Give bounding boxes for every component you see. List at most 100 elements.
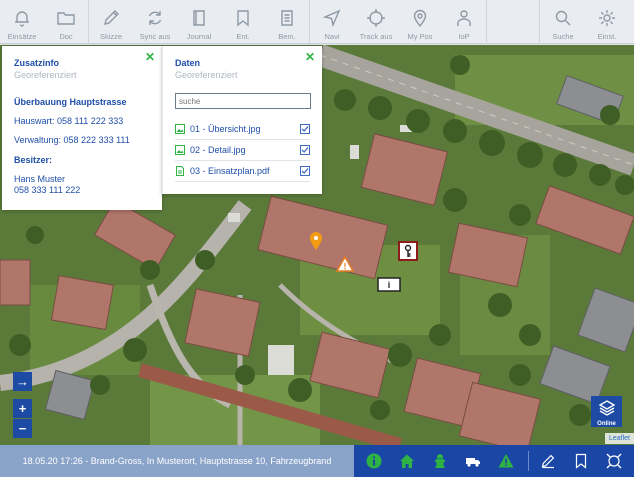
svg-text:i: i bbox=[388, 280, 391, 290]
vehicle-button[interactable] bbox=[460, 445, 486, 477]
file-row[interactable]: 01 - Übersicht.jpg bbox=[175, 119, 310, 140]
bookmark-button[interactable] bbox=[568, 445, 594, 477]
object-name: Überbauung Hauptstrasse bbox=[14, 97, 127, 107]
bookmark-icon bbox=[237, 10, 249, 27]
toolbar-label: Navi bbox=[324, 32, 340, 41]
toolbar-label: Doc bbox=[59, 32, 73, 41]
toolbar-button-sync[interactable]: Sync aus bbox=[133, 0, 177, 44]
hydrant-icon bbox=[435, 454, 445, 468]
draw-button[interactable] bbox=[535, 445, 561, 477]
pdf-file-icon bbox=[176, 166, 184, 176]
pencil-icon bbox=[541, 454, 555, 469]
top-toolbar: Einsätze Doc Skizze Sync aus Journal Ent… bbox=[0, 0, 634, 44]
file-name: 02 - Detail.jpg bbox=[190, 145, 246, 155]
image-file-icon bbox=[175, 145, 185, 155]
key-box-marker-icon bbox=[398, 241, 418, 261]
layers-online-button[interactable]: Online bbox=[591, 396, 622, 427]
verwaltung-phone[interactable]: Verwaltung: 058 222 333 111 bbox=[14, 135, 150, 145]
layers-icon bbox=[598, 400, 615, 416]
hydrant-button[interactable] bbox=[427, 445, 453, 477]
svg-text:!: ! bbox=[344, 262, 347, 272]
hauswart-phone[interactable]: Hauswart: 058 111 222 333 bbox=[14, 116, 150, 126]
toolbar-button-journal[interactable]: Journal bbox=[177, 0, 221, 44]
toolbar-label: Ent. bbox=[236, 32, 250, 41]
toolbar-label: My Pos bbox=[407, 32, 433, 41]
toolbar-button-mypos[interactable]: My Pos bbox=[398, 0, 442, 44]
zoom-in-button[interactable]: + bbox=[13, 399, 32, 418]
info-board-marker-icon: i bbox=[377, 277, 401, 292]
file-name: 01 - Übersicht.jpg bbox=[190, 124, 261, 134]
toolbar-label: Journal bbox=[186, 32, 212, 41]
file-row[interactable]: 02 - Detail.jpg bbox=[175, 140, 310, 161]
pencil-icon bbox=[104, 10, 119, 25]
toolbar-button-track[interactable]: Track aus bbox=[354, 0, 398, 44]
toolbar-button-skizze[interactable]: Skizze bbox=[89, 0, 133, 44]
map-arrow-button[interactable]: → bbox=[13, 372, 32, 391]
bookmark-icon bbox=[575, 453, 587, 469]
online-label: Online bbox=[597, 421, 616, 427]
image-file-icon bbox=[175, 124, 185, 134]
toolbar-button-suche[interactable]: Suche bbox=[541, 0, 585, 44]
toolbar-divider bbox=[539, 0, 540, 44]
owner-name: Hans Muster bbox=[14, 174, 66, 184]
data-panel: ✕ Daten Georeferenziert 01 - Übersicht.j… bbox=[162, 46, 322, 194]
file-name: 03 - Einsatzplan.pdf bbox=[190, 166, 270, 176]
folder-icon bbox=[57, 12, 75, 25]
info-icon bbox=[366, 453, 382, 469]
toolbar-button-einst[interactable]: Einst. bbox=[585, 0, 629, 44]
document-icon bbox=[281, 10, 293, 26]
toolbar-label: Einsätze bbox=[7, 32, 37, 41]
sync-icon bbox=[148, 11, 162, 25]
data-panel-title: Daten bbox=[175, 58, 201, 68]
location-pin-icon bbox=[413, 9, 427, 28]
data-panel-subtitle: Georeferenziert bbox=[175, 70, 238, 80]
toolbar-label: Sync aus bbox=[139, 32, 171, 41]
info-panel-title: Zusatzinfo bbox=[14, 58, 59, 68]
owner-phone[interactable]: 058 333 111 222 bbox=[14, 185, 150, 196]
file-checkbox[interactable] bbox=[300, 124, 310, 134]
toolbar-button-einsaetze[interactable]: Einsätze bbox=[0, 0, 44, 44]
target-icon bbox=[367, 9, 385, 27]
owner-label: Besitzer: bbox=[14, 155, 53, 165]
close-icon[interactable]: ✕ bbox=[305, 50, 315, 64]
toolbar-label: IoP bbox=[458, 32, 470, 41]
info-button[interactable] bbox=[361, 445, 387, 477]
file-checkbox[interactable] bbox=[300, 166, 310, 176]
toolbar-label: Suche bbox=[552, 32, 574, 41]
building-button[interactable] bbox=[394, 445, 420, 477]
file-search-input[interactable] bbox=[175, 93, 311, 109]
expand-icon bbox=[606, 453, 622, 469]
info-panel-subtitle: Georeferenziert bbox=[14, 70, 77, 80]
action-divider bbox=[528, 451, 529, 471]
bottom-bar: 18.05.20 17:26 - Brand-Gross, In Mustero… bbox=[0, 445, 634, 477]
close-icon[interactable]: ✕ bbox=[145, 50, 155, 64]
gear-icon bbox=[599, 10, 615, 26]
house-icon bbox=[400, 454, 414, 468]
book-icon bbox=[193, 10, 205, 26]
person-icon bbox=[457, 10, 471, 26]
file-checkbox[interactable] bbox=[300, 145, 310, 155]
file-list: 01 - Übersicht.jpg 02 - Detail.jpg 03 - … bbox=[175, 119, 310, 182]
search-icon bbox=[555, 10, 571, 26]
toolbar-button-bem[interactable]: Bem. bbox=[265, 0, 309, 44]
action-bar bbox=[354, 445, 634, 477]
incident-status-text: 18.05.20 17:26 - Brand-Gross, In Mustero… bbox=[0, 445, 354, 477]
toolbar-button-iop[interactable]: IoP bbox=[442, 0, 486, 44]
toolbar-button-doc[interactable]: Doc bbox=[44, 0, 88, 44]
bell-icon bbox=[15, 11, 29, 27]
toolbar-button-navi[interactable]: Navi bbox=[310, 0, 354, 44]
toolbar-label: Skizze bbox=[99, 32, 123, 41]
navigation-icon bbox=[322, 9, 341, 28]
toolbar-label: Bem. bbox=[278, 32, 296, 41]
toolbar-label: Track aus bbox=[359, 32, 393, 41]
file-row[interactable]: 03 - Einsatzplan.pdf bbox=[175, 161, 310, 182]
fullscreen-button[interactable] bbox=[601, 445, 627, 477]
toolbar-label: Einst. bbox=[597, 32, 617, 41]
leaflet-attribution[interactable]: Leaflet bbox=[605, 433, 634, 444]
toolbar-button-ent[interactable]: Ent. bbox=[221, 0, 265, 44]
zoom-out-button[interactable]: − bbox=[13, 419, 32, 438]
info-panel: ✕ Zusatzinfo Georeferenziert Überbauung … bbox=[2, 46, 162, 210]
hazard-button[interactable] bbox=[493, 445, 519, 477]
truck-icon bbox=[466, 458, 480, 467]
